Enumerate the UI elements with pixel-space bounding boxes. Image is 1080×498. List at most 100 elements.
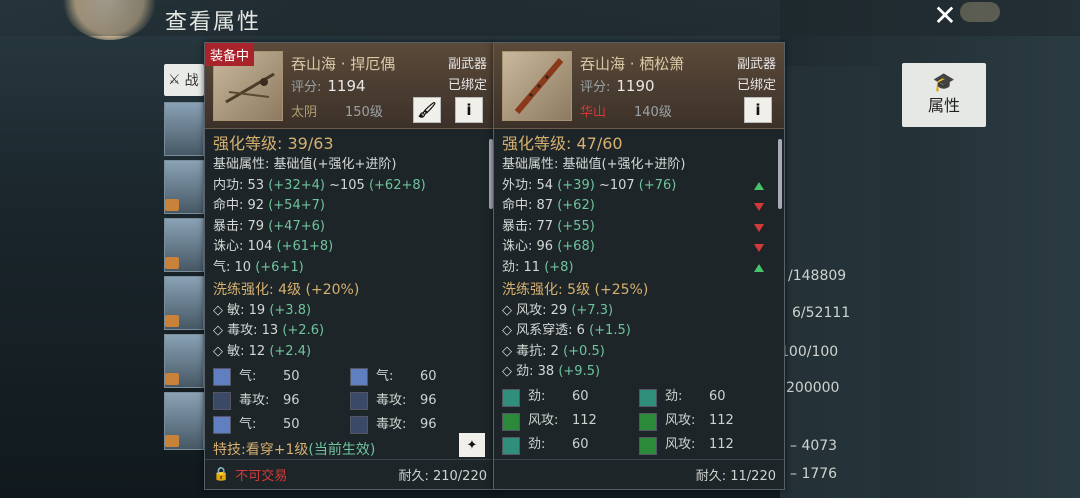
- gem-icon: [639, 412, 657, 431]
- wash-row: ◇ 风攻: 29 (+7.3): [502, 302, 614, 318]
- item-bound: 已绑定: [736, 78, 776, 93]
- item-footer: 耐久: 11/220: [494, 459, 784, 489]
- wash-header: 洗练强化: 5级 (+25%): [502, 282, 649, 298]
- gem-icon: [350, 416, 368, 434]
- equip-slot-legs[interactable]: [164, 334, 204, 388]
- stat-row: 气: 10 (+6+1): [213, 259, 304, 275]
- gem-slot: 气: 50: [213, 366, 350, 388]
- sword-icon: ⚔: [168, 72, 181, 88]
- score-label: 评分:: [580, 80, 611, 95]
- gem-slot: 气: 50: [213, 414, 350, 436]
- up-arrow-icon: [754, 181, 764, 190]
- item-footer: 🔒 不可交易 耐久: 210/220: [205, 459, 495, 489]
- item-details: 强化等级: 47/60 基础属性: 基础值(+强化+进阶) 外功: 54 (+3…: [494, 129, 784, 459]
- special-skill-button[interactable]: ✦: [459, 433, 485, 457]
- enhance-level: 强化等级: 47/60: [502, 134, 623, 153]
- bg-stat: – 1776: [790, 466, 838, 482]
- tab-combat[interactable]: ⚔ 战: [164, 64, 204, 96]
- stat-row: 暴击: 79 (+47+6): [213, 218, 325, 234]
- item-slot: 副武器: [447, 57, 487, 72]
- info-button[interactable]: i: [744, 97, 772, 123]
- item-sect: 华山: [580, 105, 607, 120]
- hat-icon: 🎓: [932, 72, 956, 93]
- gem-icon: [213, 392, 231, 410]
- durability: 耐久: 210/220: [398, 469, 487, 484]
- item-sect: 太阴: [291, 105, 318, 120]
- lock-icon: [165, 199, 179, 211]
- equip-slot-boots[interactable]: [164, 392, 204, 450]
- gem-icon: [639, 388, 657, 407]
- gem-grid: 劲: 60 劲: 60 风攻: 112 风攻: 112 劲: 60 风攻: 112: [502, 387, 776, 457]
- wash-row: ◇ 敏: 12 (+2.4): [213, 343, 312, 359]
- score-label: 评分:: [291, 80, 322, 95]
- item-score: 评分: 1190: [580, 76, 655, 95]
- stat-row: 劲: 11 (+8): [502, 258, 776, 279]
- gem-icon: [502, 412, 520, 431]
- stat-row: 诛心: 104 (+61+8): [213, 239, 334, 254]
- brush-button[interactable]: 🖌: [413, 97, 441, 123]
- wash-header: 洗练强化: 4级 (+20%): [213, 282, 360, 298]
- gem-icon: [502, 436, 520, 455]
- item-header: 装备中 吞山海 · 捍厄偶 副武器 已绑定 评分: 1194 太阴 150级 🖌 …: [205, 43, 495, 129]
- item-score: 评分: 1194: [291, 76, 366, 95]
- score-value: 1194: [327, 77, 366, 95]
- lock-icon: 🔒: [213, 467, 230, 482]
- item-name: 吞山海 · 捍厄偶: [291, 55, 396, 73]
- gem-slot: 劲: 60: [502, 387, 639, 409]
- durability: 耐久: 11/220: [695, 469, 776, 484]
- gem-slot: 毒攻: 96: [350, 390, 487, 412]
- equip-slot-avatar[interactable]: [164, 160, 204, 214]
- brush-icon: 🖌: [417, 101, 437, 119]
- gem-icon: [213, 416, 231, 434]
- wash-row: ◇ 毒攻: 13 (+2.6): [213, 323, 325, 338]
- lock-icon: [165, 257, 179, 269]
- item-bound: 已绑定: [447, 78, 487, 93]
- gem-icon: [213, 368, 231, 386]
- wash-row: ◇ 劲: 38 (+9.5): [502, 364, 601, 379]
- info-icon: i: [466, 101, 472, 119]
- gem-icon: [502, 388, 520, 407]
- lock-icon: [165, 315, 179, 327]
- down-arrow-icon: [754, 203, 764, 211]
- gem-icon: [350, 392, 368, 410]
- gem-slot: 风攻: 112: [502, 411, 639, 433]
- gem-grid: 气: 50 气: 60 毒攻: 96 毒攻: 96 气: 50 毒攻: 96: [213, 366, 487, 436]
- trade-status: 不可交易: [235, 469, 288, 484]
- wash-row: ◇ 风系穿透: 6 (+1.5): [502, 323, 631, 338]
- equip-slot-weapon[interactable]: [164, 102, 204, 156]
- close-icon: ✕: [933, 0, 957, 32]
- equip-slot-armor[interactable]: [164, 218, 204, 272]
- item-level: 140级: [634, 105, 672, 120]
- score-value: 1190: [616, 77, 655, 95]
- enhance-level: 强化等级: 39/63: [213, 134, 334, 153]
- tab-combat-label: 战: [184, 73, 199, 89]
- stat-row: 内功: 53 (+32+4) ~105 (+62+8): [213, 177, 426, 193]
- down-arrow-icon: [754, 223, 764, 232]
- close-button[interactable]: ✕: [920, 0, 970, 32]
- stat-row: 命中: 87 (+62): [502, 196, 776, 217]
- base-stats-header: 基础属性: 基础值(+强化+进阶): [502, 157, 686, 172]
- bg-stat: 200000: [786, 380, 840, 396]
- item-header: 吞山海 · 栖松箫 副武器 已绑定 评分: 1190 华山 140级 i: [494, 43, 784, 129]
- wash-row: ◇ 毒抗: 2 (+0.5): [502, 343, 605, 359]
- attributes-button[interactable]: 🎓 属性: [902, 63, 986, 127]
- gem-slot: 风攻: 112: [639, 435, 776, 457]
- gem-icon: [350, 368, 368, 386]
- skill-icon: ✦: [466, 437, 478, 453]
- bg-stat: 6/52111: [792, 305, 851, 321]
- bg-stat: – 4073: [790, 438, 838, 454]
- attributes-label: 属性: [927, 96, 960, 115]
- lock-icon: [165, 373, 179, 385]
- equip-slot-bracer[interactable]: [164, 276, 204, 330]
- equipped-badge: 装备中: [205, 43, 255, 66]
- gem-slot: 气: 60: [350, 366, 487, 388]
- base-stats-header: 基础属性: 基础值(+强化+进阶): [213, 157, 397, 172]
- item-level: 150级: [345, 105, 383, 120]
- flute-icon: [502, 51, 572, 121]
- stat-row: 命中: 92 (+54+7): [213, 198, 325, 213]
- info-button[interactable]: i: [455, 97, 483, 123]
- equipped-item-panel: 装备中 吞山海 · 捍厄偶 副武器 已绑定 评分: 1194 太阴 150级 🖌 …: [204, 42, 496, 490]
- stat-row: 暴击: 77 (+55): [502, 217, 776, 238]
- info-icon: i: [755, 101, 761, 119]
- stat-row: 诛心: 96 (+68): [502, 237, 776, 258]
